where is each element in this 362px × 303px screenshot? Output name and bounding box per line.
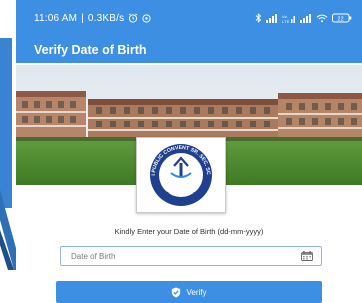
wifi-icon bbox=[316, 14, 328, 22]
settings-icon bbox=[142, 13, 151, 23]
date-of-birth-input[interactable] bbox=[69, 250, 273, 262]
status-divider: | bbox=[81, 12, 84, 24]
battery-level: 22 bbox=[337, 16, 344, 22]
signal-icon bbox=[266, 13, 277, 23]
status-speed: 0.3KB/s bbox=[87, 12, 125, 24]
battery-icon: 22 bbox=[332, 13, 352, 23]
screenshot-page: 11:06 AM | 0.3KB/s Vo LTE 22 Verify Date… bbox=[0, 0, 362, 303]
phone-screen: 11:06 AM | 0.3KB/s Vo LTE 22 Verify Date… bbox=[16, 0, 362, 303]
alarm-icon bbox=[129, 13, 138, 23]
svg-text:LTE: LTE bbox=[282, 19, 290, 23]
verify-label: Verify bbox=[186, 287, 207, 297]
status-right: Vo LTE 22 bbox=[255, 13, 352, 23]
volte-icon: Vo LTE bbox=[282, 14, 295, 23]
status-left: 11:06 AM | 0.3KB/s bbox=[34, 13, 151, 24]
app-bar: Verify Date of Birth bbox=[16, 36, 362, 63]
signal-icon bbox=[300, 13, 311, 23]
status-bar: 11:06 AM | 0.3KB/s Vo LTE 22 bbox=[16, 0, 362, 36]
page-title: Verify Date of Birth bbox=[34, 42, 147, 57]
bluetooth-icon bbox=[255, 13, 262, 23]
background-blue-edge bbox=[0, 38, 12, 208]
school-logo: DELHI PUBLIC CONVENT SR. SEC. SCHOOL GRE… bbox=[136, 137, 226, 213]
status-time: 11:06 AM bbox=[34, 12, 78, 24]
calendar-icon[interactable] bbox=[301, 251, 313, 261]
verify-button[interactable]: Verify bbox=[56, 281, 322, 303]
shield-check-icon bbox=[172, 287, 181, 297]
dob-prompt: Kindly Enter your Date of Birth (dd-mm-y… bbox=[114, 227, 264, 236]
date-of-birth-field[interactable] bbox=[60, 246, 322, 266]
